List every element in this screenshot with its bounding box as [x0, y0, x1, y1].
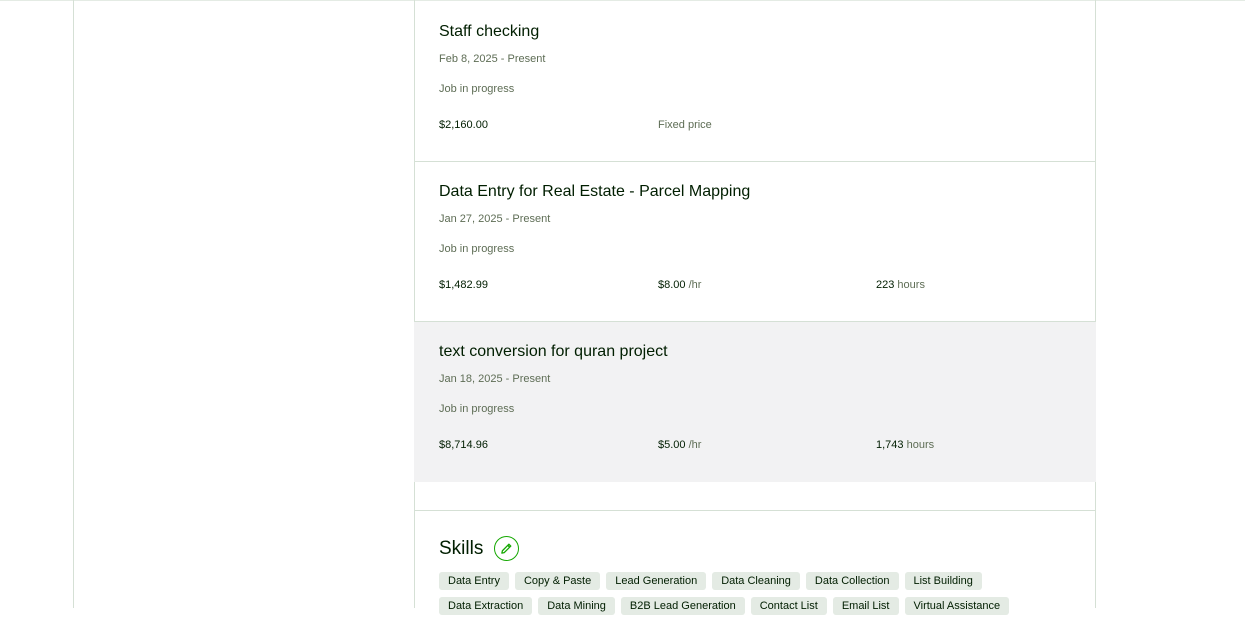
- job-earnings: $8,714.96: [439, 439, 488, 451]
- job-item[interactable]: Data Entry for Real Estate - Parcel Mapp…: [414, 162, 1096, 322]
- pencil-icon: [501, 543, 512, 554]
- job-rate: $5.00 /hr: [658, 439, 701, 451]
- job-status: Job in progress: [439, 243, 515, 255]
- skill-tag[interactable]: Virtual Assistance: [904, 597, 1010, 615]
- skill-tag[interactable]: List Building: [904, 572, 982, 590]
- job-dates: Feb 8, 2025 - Present: [439, 53, 546, 65]
- skill-tag[interactable]: Data Cleaning: [712, 572, 800, 590]
- job-rate: Fixed price: [658, 119, 712, 131]
- job-rate-unit: /hr: [688, 279, 702, 291]
- skills-heading: Skills: [439, 538, 484, 559]
- profile-sidebar: [74, 0, 415, 608]
- job-title[interactable]: Staff checking: [439, 23, 539, 41]
- job-dates: Jan 18, 2025 - Present: [439, 373, 551, 385]
- job-title[interactable]: Data Entry for Real Estate - Parcel Mapp…: [439, 183, 750, 201]
- job-item[interactable]: text conversion for quran project Jan 18…: [414, 322, 1096, 482]
- skill-tag[interactable]: Data Extraction: [439, 597, 533, 615]
- edit-skills-button[interactable]: [494, 536, 519, 561]
- job-rate: $8.00 /hr: [658, 279, 701, 291]
- job-rate-value: Fixed price: [658, 119, 712, 131]
- skill-tag[interactable]: Copy & Paste: [514, 572, 601, 590]
- job-hours: 223 hours: [876, 279, 925, 291]
- job-earnings: $1,482.99: [439, 279, 488, 291]
- skill-tag[interactable]: Contact List: [750, 597, 827, 615]
- work-history-list: Staff checking Feb 8, 2025 - Present Job…: [414, 2, 1096, 482]
- job-status: Job in progress: [439, 403, 515, 415]
- skill-tag[interactable]: Lead Generation: [606, 572, 707, 590]
- job-rate-unit: /hr: [688, 439, 702, 451]
- job-hours: 1,743 hours: [876, 439, 934, 451]
- job-earnings: $2,160.00: [439, 119, 488, 131]
- job-rate-value: $8.00: [658, 279, 686, 291]
- job-item[interactable]: Staff checking Feb 8, 2025 - Present Job…: [414, 2, 1096, 162]
- job-hours-unit: hours: [906, 439, 935, 451]
- job-hours-value: 1,743: [876, 439, 904, 451]
- skills-tag-row: Data Extraction Data Mining B2B Lead Gener…: [439, 597, 1079, 615]
- skill-tag[interactable]: Data Entry: [439, 572, 509, 590]
- skill-tag[interactable]: Email List: [832, 597, 899, 615]
- job-status: Job in progress: [439, 83, 515, 95]
- job-rate-value: $5.00: [658, 439, 686, 451]
- job-title[interactable]: text conversion for quran project: [439, 343, 668, 361]
- skill-tag[interactable]: B2B Lead Generation: [620, 597, 745, 615]
- job-dates: Jan 27, 2025 - Present: [439, 213, 551, 225]
- skill-tag[interactable]: Data Mining: [538, 597, 615, 615]
- job-hours-value: 223: [876, 279, 895, 291]
- skills-tag-list: Data Entry Copy & Paste Lead Generation Dat…: [439, 572, 1079, 622]
- skills-divider: [414, 510, 1096, 511]
- skills-tag-row: Data Entry Copy & Paste Lead Generation Dat…: [439, 572, 1079, 590]
- skill-tag[interactable]: Data Collection: [805, 572, 899, 590]
- job-hours-unit: hours: [897, 279, 925, 291]
